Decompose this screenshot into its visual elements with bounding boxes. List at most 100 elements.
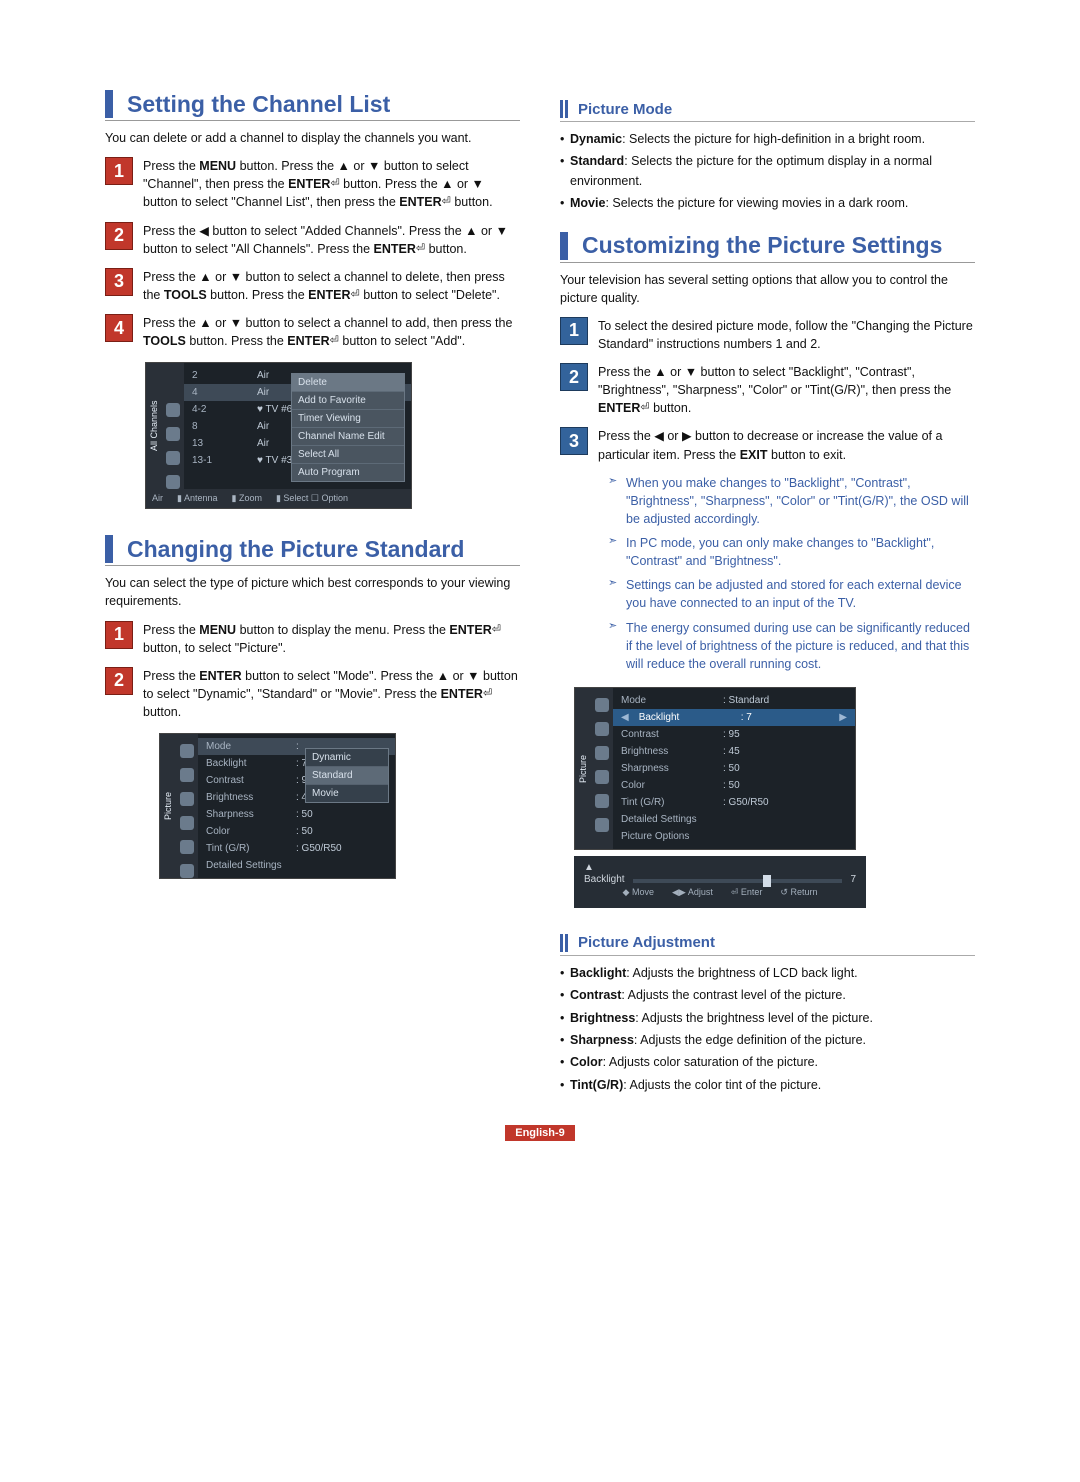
osd-icon-column: [162, 363, 184, 489]
section-intro: Your television has several setting opti…: [560, 271, 975, 307]
osd-row: Tint (G/R): G50/R50: [198, 840, 395, 857]
step-number-icon: 3: [105, 268, 133, 296]
osd-mode-popup: DynamicStandardMovie: [305, 748, 389, 803]
page-footer: English-9: [105, 1123, 975, 1141]
osd-row: Contrast: 95: [613, 726, 855, 743]
step: 2 Press the ENTER button to select "Mode"…: [105, 667, 520, 721]
osd-nav-icon: [595, 818, 609, 832]
picture-mode-list: Dynamic: Selects the picture for high-de…: [560, 130, 975, 214]
step: 1To select the desired picture mode, fol…: [560, 317, 975, 353]
slider-label: Backlight: [584, 874, 625, 885]
osd-row: Mode: Standard: [613, 692, 855, 709]
step: 1 Press the MENU button. Press the ▲ or ▼…: [105, 157, 520, 211]
step-text: Press the ◀ or ▶ button to decrease or i…: [598, 427, 975, 463]
heading-bar-icon: [105, 90, 113, 118]
osd-nav-icon: [595, 722, 609, 736]
list-item: Brightness: Adjusts the brightness level…: [560, 1009, 975, 1028]
osd-row: Sharpness: 50: [198, 806, 395, 823]
subheading-picture-mode: Picture Mode: [560, 100, 975, 122]
step-text: Press the ENTER button to select "Mode".…: [143, 667, 520, 721]
osd-vertical-tab: Picture: [160, 734, 176, 878]
osd-picture-mode: Picture DynamicStandardMovie Mode:Backli…: [159, 733, 396, 879]
list-item: Contrast: Adjusts the contrast level of …: [560, 986, 975, 1005]
section-title: Changing the Picture Standard: [127, 536, 464, 563]
osd-nav-icon: [595, 698, 609, 712]
osd-channel-list: All Channels DeleteAdd to FavoriteTimer …: [145, 362, 412, 509]
legend-item: ◆ Move: [623, 887, 654, 898]
osd-nav-icon: [166, 475, 180, 489]
slider-track: [633, 879, 843, 883]
osd-footer-item: ▮ Zoom: [232, 493, 262, 504]
osd-footer-item: ▮ Antenna: [177, 493, 218, 504]
osd-nav-icon: [180, 840, 194, 854]
step-number-icon: 3: [560, 427, 588, 455]
osd-nav-icon: [180, 744, 194, 758]
osd-row: Brightness: 45: [613, 743, 855, 760]
osd-row: Color: 50: [613, 777, 855, 794]
osd-row: Color: 50: [198, 823, 395, 840]
osd-menu-item: Movie: [306, 784, 388, 802]
osd-row: Tint (G/R): G50/R50: [613, 794, 855, 811]
legend-item: ◀▶ Adjust: [672, 887, 713, 898]
sub-title: Picture Adjustment: [578, 934, 715, 951]
step-number-icon: 1: [105, 157, 133, 185]
osd-nav-icon: [180, 792, 194, 806]
step-number-icon: 2: [560, 363, 588, 391]
list-item: Sharpness: Adjusts the edge definition o…: [560, 1031, 975, 1050]
picture-adjustment-list: Backlight: Adjusts the brightness of LCD…: [560, 964, 975, 1095]
note-item: Settings can be adjusted and stored for …: [608, 576, 975, 612]
list-item: Standard: Selects the picture for the op…: [560, 152, 975, 191]
heading-bar-icon: [105, 535, 113, 563]
osd-nav-icon: [595, 746, 609, 760]
step-text: Press the ▲ or ▼ button to select "Backl…: [598, 363, 975, 417]
section-intro: You can select the type of picture which…: [105, 574, 520, 610]
legend-item: ⏎ Enter: [731, 887, 763, 898]
step-number-icon: 4: [105, 314, 133, 342]
step-text: Press the ▲ or ▼ button to select a chan…: [143, 314, 520, 350]
step: 4 Press the ▲ or ▼ button to select a cha…: [105, 314, 520, 350]
list-item: Color: Adjusts color saturation of the p…: [560, 1053, 975, 1072]
step: 3 Press the ◀ or ▶ button to decrease or …: [560, 427, 975, 463]
osd-footer-item: Air: [152, 493, 163, 504]
step-number-icon: 2: [105, 667, 133, 695]
osd-menu-item: Standard: [306, 766, 388, 784]
osd-footer: Air ▮ Antenna ▮ Zoom ▮ Select ☐ Option: [146, 489, 411, 508]
step-number-icon: 1: [105, 621, 133, 649]
osd-vertical-tab: All Channels: [146, 363, 162, 489]
step: 2 Press the ◀ button to select "Added Cha…: [105, 222, 520, 258]
osd-menu-item: Select All: [292, 445, 404, 463]
step-text: Press the MENU button. Press the ▲ or ▼ …: [143, 157, 520, 211]
step-text: Press the MENU button to display the men…: [143, 621, 520, 657]
manual-page: Setting the Channel List You can delete …: [105, 90, 975, 1109]
right-column: Picture Mode Dynamic: Selects the pictur…: [560, 90, 975, 1109]
notes-list: When you make changes to "Backlight", "C…: [608, 474, 975, 673]
step-number-icon: 2: [105, 222, 133, 250]
osd-menu-item: Channel Name Edit: [292, 427, 404, 445]
osd-nav-icon: [180, 768, 194, 782]
osd-nav-icon: [166, 403, 180, 417]
osd-row: Sharpness: 50: [613, 760, 855, 777]
osd-nav-icon: [166, 451, 180, 465]
note-item: In PC mode, you can only make changes to…: [608, 534, 975, 570]
step-text: Press the ◀ button to select "Added Chan…: [143, 222, 520, 258]
osd-menu-item: Timer Viewing: [292, 409, 404, 427]
sub-title: Picture Mode: [578, 101, 672, 118]
osd-menu-item: Auto Program: [292, 463, 404, 481]
osd-footer-item: ▮ Select ☐ Option: [276, 493, 348, 504]
osd-row: Picture Options: [613, 828, 855, 845]
list-item: Dynamic: Selects the picture for high-de…: [560, 130, 975, 149]
osd-nav-icon: [180, 864, 194, 878]
osd-menu-item: Add to Favorite: [292, 391, 404, 409]
slider-value: 7: [850, 874, 856, 885]
osd-icon-column: [591, 688, 613, 849]
osd-row: Detailed Settings: [613, 811, 855, 828]
note-item: The energy consumed during use can be si…: [608, 619, 975, 673]
list-item: Backlight: Adjusts the brightness of LCD…: [560, 964, 975, 983]
subheading-picture-adjustment: Picture Adjustment: [560, 934, 975, 956]
osd-vertical-tab: Picture: [575, 688, 591, 849]
slider-knob: [763, 875, 771, 887]
osd-menu-item: Dynamic: [306, 749, 388, 766]
list-item: Tint(G/R): Adjusts the color tint of the…: [560, 1076, 975, 1095]
legend-item: ↺ Return: [780, 887, 817, 898]
section-heading-customizing: Customizing the Picture Settings: [560, 232, 975, 263]
